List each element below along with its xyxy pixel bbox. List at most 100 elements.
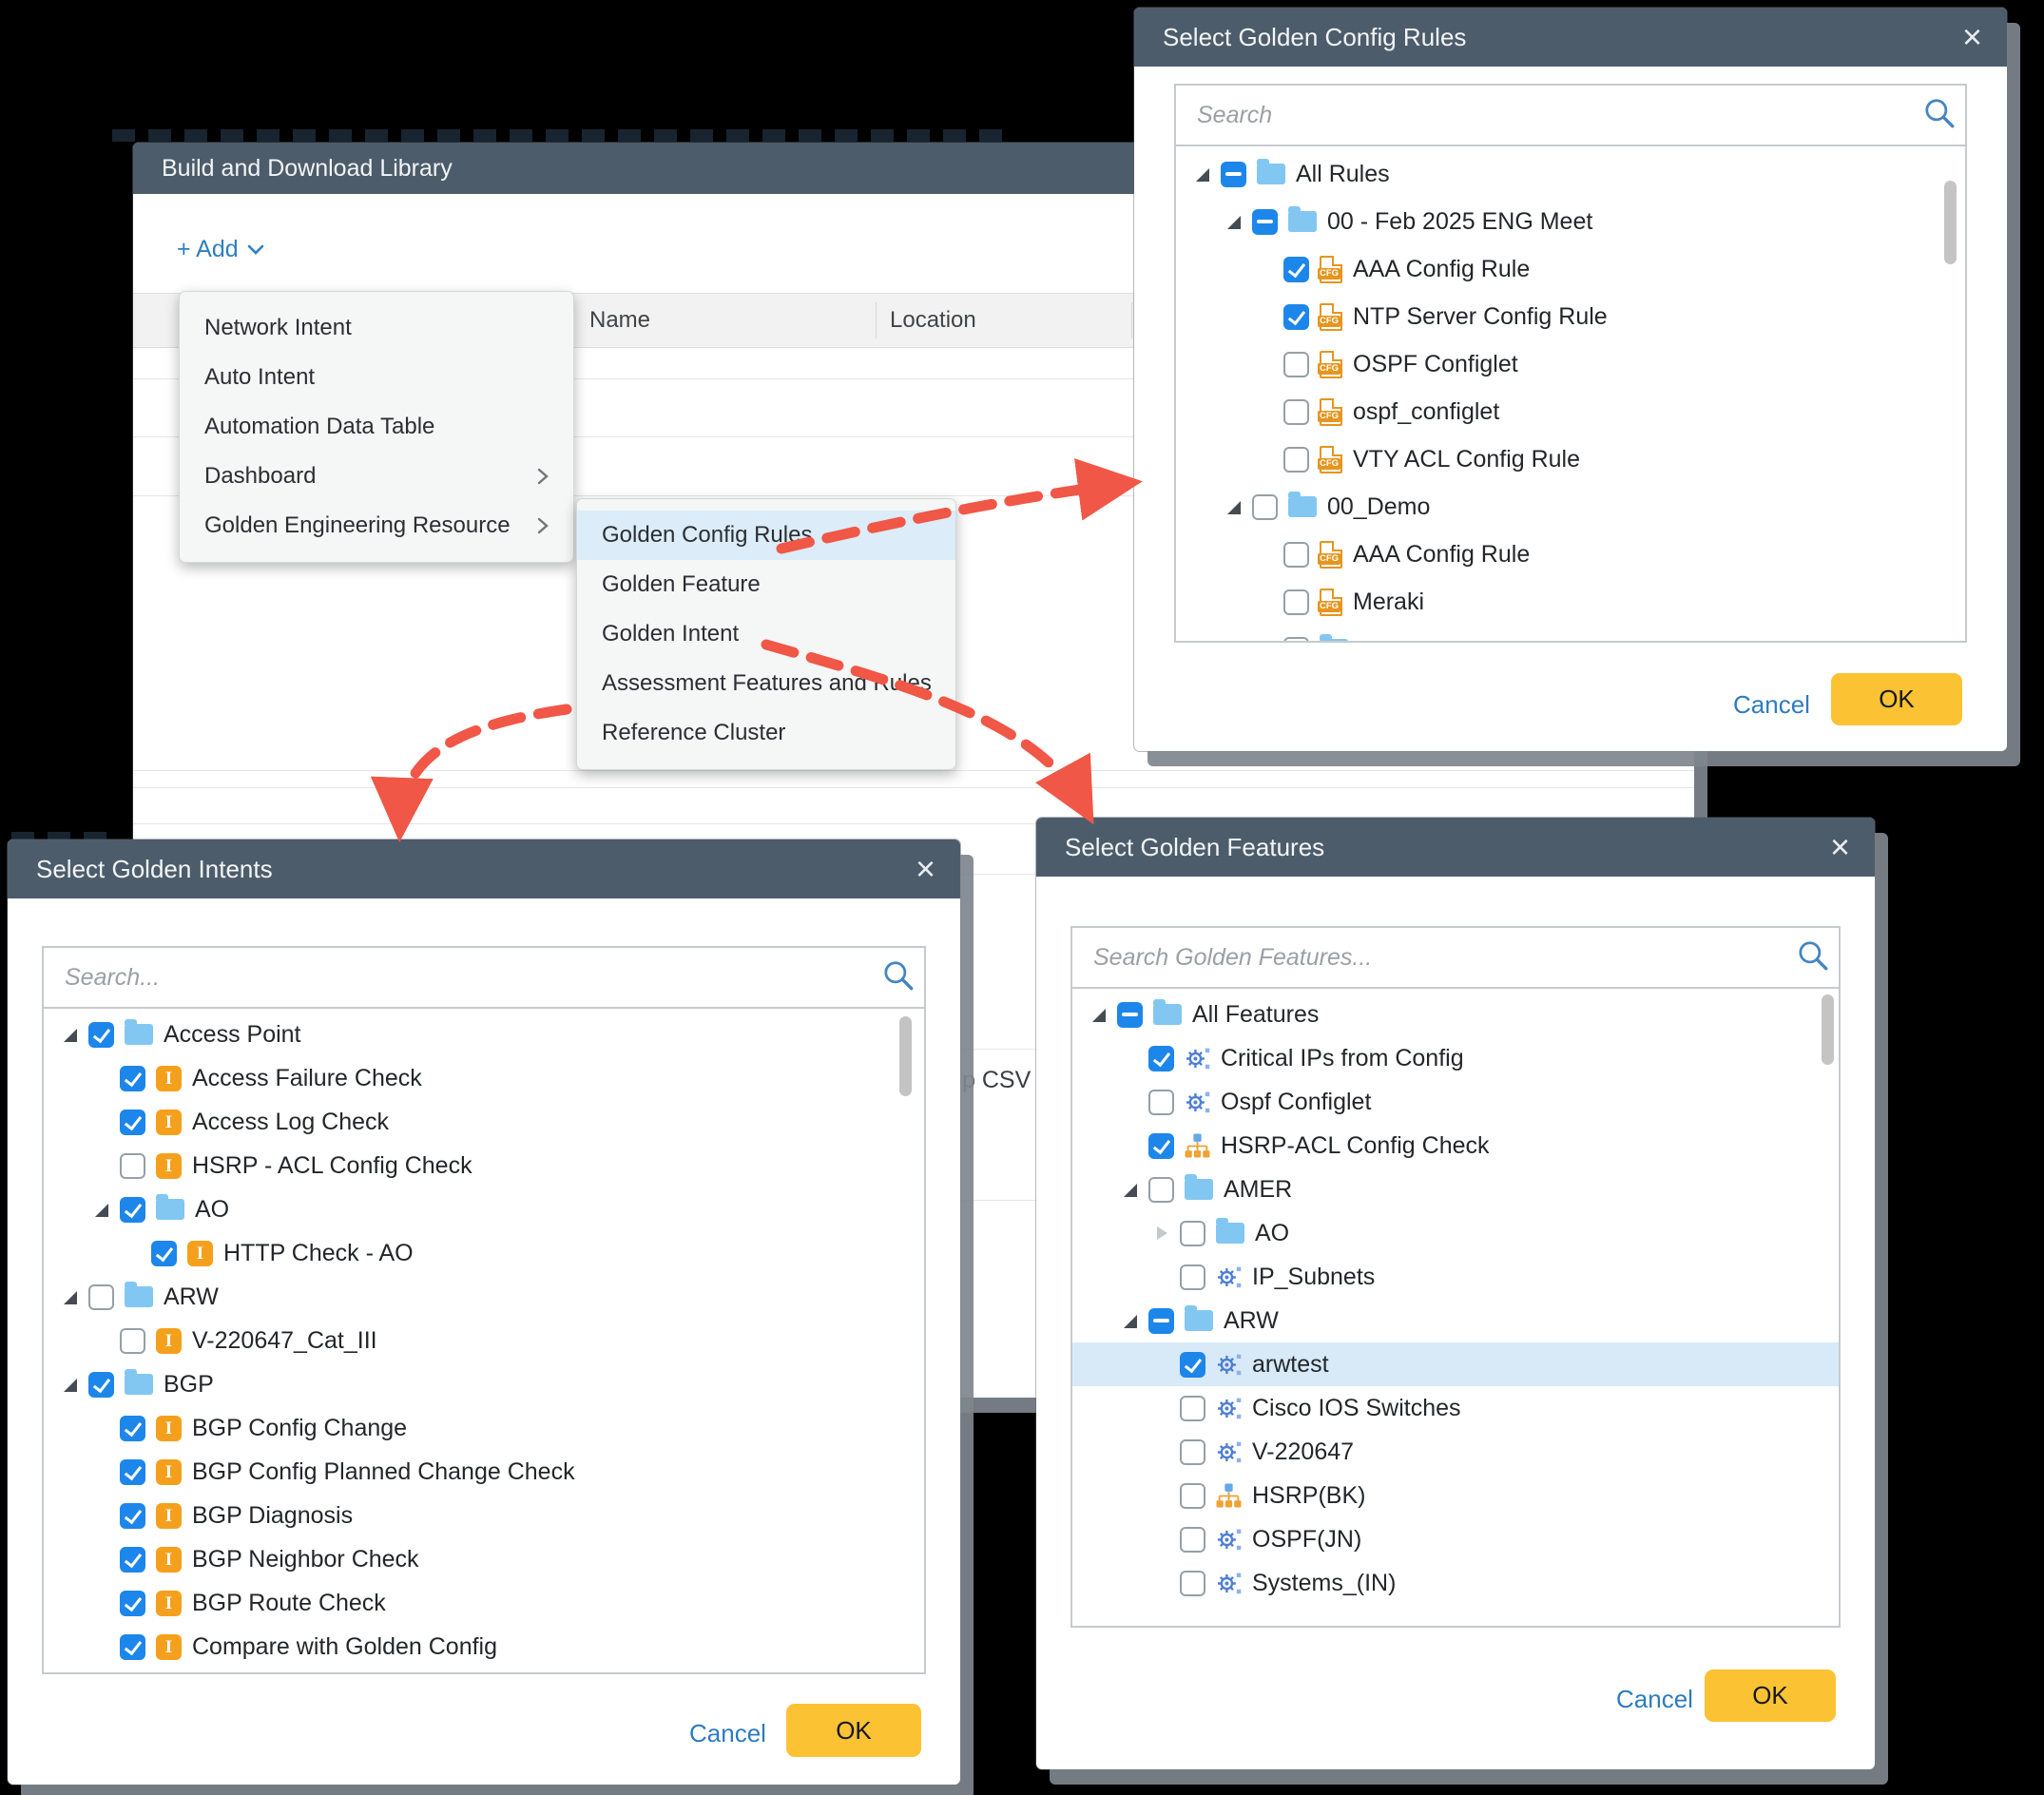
- submenu-item-golden-config-rules[interactable]: Golden Config Rules: [577, 511, 955, 560]
- scrollbar-thumb[interactable]: [1944, 181, 1957, 264]
- checkbox-checked[interactable]: [120, 1110, 145, 1135]
- tree-row[interactable]: BGP Neighbor Check: [44, 1537, 924, 1581]
- cancel-button[interactable]: Cancel: [689, 1719, 766, 1748]
- expander-open-icon[interactable]: [1195, 166, 1210, 182]
- tree-row[interactable]: HSRP(BK): [1072, 1474, 1839, 1517]
- expander-open-icon[interactable]: [1123, 1182, 1138, 1197]
- checkbox-unchecked[interactable]: [88, 1284, 114, 1310]
- tree-row[interactable]: All Rules: [1176, 150, 1965, 198]
- search-icon[interactable]: [1795, 937, 1839, 978]
- cancel-button[interactable]: Cancel: [1616, 1685, 1693, 1714]
- checkbox-unchecked[interactable]: [1180, 1571, 1205, 1596]
- checkbox-checked[interactable]: [120, 1547, 145, 1573]
- column-header-name[interactable]: Name: [589, 307, 650, 334]
- tree-row[interactable]: HSRP - ACL Config Check: [44, 1144, 924, 1187]
- tree-row[interactable]: BGP Config Change: [44, 1406, 924, 1450]
- tree-row[interactable]: Meraki: [1176, 578, 1965, 626]
- checkbox-checked[interactable]: [120, 1459, 145, 1485]
- tree-row[interactable]: V-220647_Cat_III: [44, 1319, 924, 1362]
- checkbox-unchecked[interactable]: [1180, 1396, 1205, 1421]
- tree-row[interactable]: OSPF Configlet: [1176, 340, 1965, 388]
- tree-row[interactable]: 00 - Feb 2025 ENG Meet: [1176, 198, 1965, 245]
- checkbox-unchecked[interactable]: [1283, 447, 1309, 473]
- checkbox-checked[interactable]: [120, 1197, 145, 1223]
- tree-row[interactable]: IP_Subnets: [1072, 1255, 1839, 1299]
- ok-button[interactable]: OK: [1831, 673, 1962, 725]
- tree-row[interactable]: ARW: [44, 1275, 924, 1319]
- tree-row-clipped[interactable]: [1176, 626, 1965, 643]
- checkbox-unchecked[interactable]: [120, 1153, 145, 1179]
- tree-row[interactable]: ospf_configlet: [1176, 388, 1965, 435]
- submenu-item-reference-cluster[interactable]: Reference Cluster: [577, 708, 955, 758]
- checkbox-unchecked[interactable]: [1283, 542, 1309, 568]
- expander-open-icon[interactable]: [63, 1377, 78, 1392]
- checkbox-unchecked[interactable]: [1180, 1264, 1205, 1290]
- tree-row[interactable]: Systems_(IN): [1072, 1561, 1839, 1605]
- checkbox-unchecked[interactable]: [1283, 637, 1309, 644]
- checkbox-checked[interactable]: [1148, 1046, 1174, 1071]
- checkbox-checked[interactable]: [1180, 1352, 1205, 1378]
- tree-row[interactable]: Access Failure Check: [44, 1056, 924, 1100]
- expander-open-icon[interactable]: [63, 1027, 78, 1042]
- checkbox-indeterminate[interactable]: [1221, 162, 1246, 187]
- tree-row[interactable]: BGP Diagnosis: [44, 1494, 924, 1537]
- search-icon[interactable]: [880, 957, 924, 998]
- menu-item-automation-data-table[interactable]: Automation Data Table: [180, 402, 573, 452]
- expander-open-icon[interactable]: [94, 1202, 109, 1217]
- tree-row[interactable]: HSRP-ACL Config Check: [1072, 1124, 1839, 1168]
- checkbox-checked[interactable]: [88, 1022, 114, 1048]
- search-input[interactable]: [1176, 102, 1921, 129]
- expander-open-icon[interactable]: [1226, 499, 1242, 514]
- checkbox-checked[interactable]: [1148, 1133, 1174, 1159]
- checkbox-unchecked[interactable]: [1283, 352, 1309, 377]
- checkbox-unchecked[interactable]: [1148, 1177, 1174, 1203]
- ok-button[interactable]: OK: [786, 1704, 921, 1757]
- checkbox-unchecked[interactable]: [120, 1328, 145, 1354]
- checkbox-unchecked[interactable]: [1180, 1439, 1205, 1465]
- tree-row[interactable]: ARW: [1072, 1299, 1839, 1342]
- checkbox-checked[interactable]: [88, 1372, 114, 1398]
- tree-row[interactable]: HTTP Check - AO: [44, 1231, 924, 1275]
- search-icon[interactable]: [1921, 95, 1965, 136]
- checkbox-unchecked[interactable]: [1252, 494, 1278, 520]
- checkbox-unchecked[interactable]: [1283, 399, 1309, 425]
- checkbox-checked[interactable]: [120, 1066, 145, 1091]
- search-input[interactable]: [1072, 944, 1795, 972]
- tree-row[interactable]: AO: [1072, 1211, 1839, 1255]
- checkbox-checked[interactable]: [120, 1416, 145, 1441]
- checkbox-unchecked[interactable]: [1180, 1527, 1205, 1553]
- checkbox-checked[interactable]: [1283, 304, 1309, 330]
- tree-row[interactable]: AMER: [1072, 1168, 1839, 1211]
- tree-row[interactable]: Ospf Configlet: [1072, 1080, 1839, 1124]
- scrollbar-thumb[interactable]: [899, 1016, 912, 1096]
- tree-row[interactable]: V-220647: [1072, 1430, 1839, 1474]
- checkbox-checked[interactable]: [1283, 257, 1309, 282]
- tree-row[interactable]: OSPF(JN): [1072, 1517, 1839, 1561]
- checkbox-checked[interactable]: [120, 1634, 145, 1660]
- checkbox-checked[interactable]: [151, 1241, 177, 1266]
- expander-open-icon[interactable]: [1226, 214, 1242, 229]
- checkbox-unchecked[interactable]: [1283, 589, 1309, 615]
- expander-closed-icon[interactable]: [1154, 1226, 1169, 1241]
- tree-row[interactable]: All Features: [1072, 993, 1839, 1036]
- close-icon[interactable]: ×: [1962, 20, 1982, 54]
- checkbox-checked[interactable]: [120, 1591, 145, 1616]
- checkbox-indeterminate[interactable]: [1252, 209, 1278, 235]
- ok-button[interactable]: OK: [1705, 1670, 1836, 1722]
- menu-item-network-intent[interactable]: Network Intent: [180, 303, 573, 353]
- tree-row[interactable]: AO: [44, 1187, 924, 1231]
- tree-row[interactable]: VTY ACL Config Rule: [1176, 435, 1965, 483]
- checkbox-indeterminate[interactable]: [1148, 1308, 1174, 1334]
- checkbox-indeterminate[interactable]: [1117, 1002, 1143, 1028]
- expander-open-icon[interactable]: [63, 1289, 78, 1304]
- checkbox-unchecked[interactable]: [1180, 1483, 1205, 1509]
- close-icon[interactable]: ×: [916, 852, 935, 886]
- expander-open-icon[interactable]: [1091, 1007, 1107, 1022]
- tree-row-selected[interactable]: arwtest: [1072, 1342, 1839, 1386]
- tree-row[interactable]: AAA Config Rule: [1176, 531, 1965, 578]
- submenu-item-golden-intent[interactable]: Golden Intent: [577, 609, 955, 659]
- expander-open-icon[interactable]: [1123, 1313, 1138, 1328]
- tree-row[interactable]: 00_Demo: [1176, 483, 1965, 531]
- tree-row[interactable]: AAA Config Rule: [1176, 245, 1965, 293]
- tree-row[interactable]: Cisco IOS Switches: [1072, 1386, 1839, 1430]
